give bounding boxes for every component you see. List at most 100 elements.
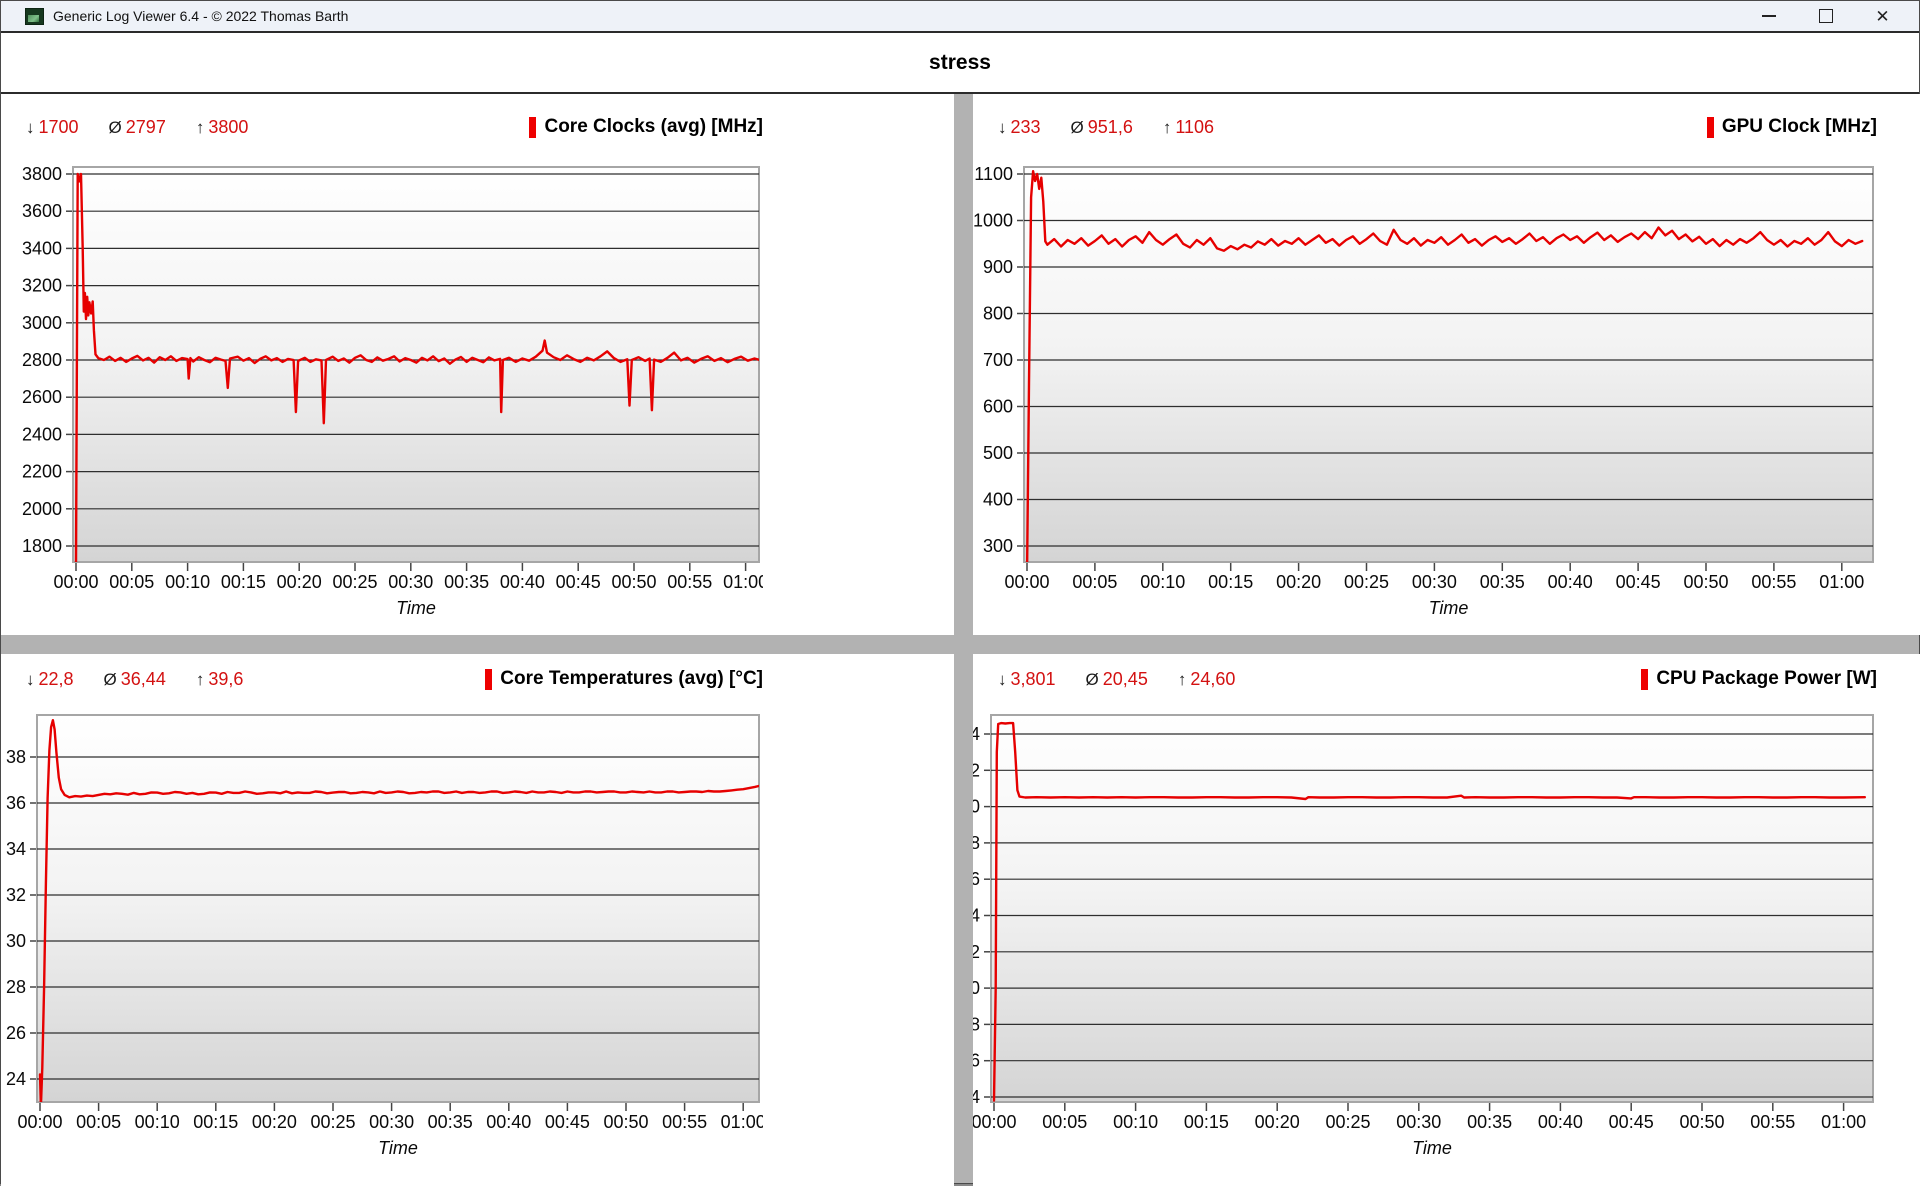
chart-title: GPU Clock [MHz] — [1707, 116, 1877, 138]
svg-text:00:00: 00:00 — [1004, 572, 1049, 592]
svg-text:00:15: 00:15 — [1208, 572, 1253, 592]
svg-text:00:35: 00:35 — [1467, 1112, 1512, 1132]
series-legend-icon — [485, 669, 492, 690]
svg-text:22: 22 — [973, 760, 980, 780]
svg-text:2000: 2000 — [22, 499, 62, 519]
app-icon — [25, 8, 44, 25]
gpu-clock-chart: 3004005006007008009001000110000:0000:050… — [973, 146, 1877, 626]
svg-text:00:00: 00:00 — [973, 1112, 1017, 1132]
svg-text:28: 28 — [6, 977, 26, 997]
svg-text:8: 8 — [973, 1014, 980, 1034]
svg-text:Time: Time — [378, 1138, 418, 1158]
svg-text:18: 18 — [973, 833, 980, 853]
stat-min: ↓1700 — [26, 117, 79, 138]
svg-text:00:40: 00:40 — [1548, 572, 1593, 592]
maximize-icon — [1819, 9, 1833, 23]
svg-text:00:35: 00:35 — [1480, 572, 1525, 592]
svg-text:3800: 3800 — [22, 164, 62, 184]
min-arrow-icon: ↓ — [998, 670, 1007, 689]
minimize-button[interactable] — [1740, 1, 1797, 31]
svg-text:00:20: 00:20 — [252, 1112, 297, 1132]
chart-panel-core-clocks: ↓1700 Ø2797 ↑3800 Core Clocks (avg) [MHz… — [1, 94, 954, 635]
svg-text:00:55: 00:55 — [1750, 1112, 1795, 1132]
max-arrow-icon: ↑ — [1178, 670, 1187, 689]
svg-text:00:25: 00:25 — [1344, 572, 1389, 592]
stats-row: ↓22,8 Ø36,44 ↑39,6 Core Temperatures (av… — [1, 654, 763, 698]
svg-text:26: 26 — [6, 1023, 26, 1043]
app-window: Generic Log Viewer 6.4 - © 2022 Thomas B… — [0, 0, 1920, 1184]
horizontal-splitter[interactable] — [1, 635, 1919, 654]
avg-symbol-icon: Ø — [109, 118, 122, 137]
svg-text:00:30: 00:30 — [369, 1112, 414, 1132]
chart-panel-gpu-clock: ↓233 Ø951,6 ↑1106 GPU Clock [MHz] 300400… — [973, 94, 1920, 635]
svg-text:2600: 2600 — [22, 387, 62, 407]
svg-text:400: 400 — [983, 490, 1013, 510]
svg-text:00:05: 00:05 — [1042, 1112, 1087, 1132]
svg-text:00:45: 00:45 — [1616, 572, 1661, 592]
close-button[interactable]: ✕ — [1854, 1, 1911, 31]
charts-area: ↓1700 Ø2797 ↑3800 Core Clocks (avg) [MHz… — [1, 94, 1919, 1183]
core-temperatures-chart: 242628303234363800:0000:0500:1000:1500:2… — [1, 698, 763, 1186]
log-header: stress — [1, 33, 1919, 94]
svg-text:00:55: 00:55 — [1751, 572, 1796, 592]
svg-text:00:05: 00:05 — [109, 572, 154, 592]
svg-text:24: 24 — [6, 1069, 26, 1089]
stat-max: ↑3800 — [196, 117, 249, 138]
series-legend-icon — [1641, 669, 1648, 690]
min-arrow-icon: ↓ — [26, 118, 35, 137]
svg-text:00:40: 00:40 — [500, 572, 545, 592]
stat-avg: Ø2797 — [109, 117, 166, 138]
avg-symbol-icon: Ø — [1071, 118, 1084, 137]
minimize-icon — [1762, 15, 1776, 17]
maximize-button[interactable] — [1797, 1, 1854, 31]
svg-text:12: 12 — [973, 942, 980, 962]
stat-min: ↓3,801 — [998, 669, 1056, 690]
svg-text:00:50: 00:50 — [1679, 1112, 1724, 1132]
chart-panel-cpu-package-power: ↓3,801 Ø20,45 ↑24,60 CPU Package Power [… — [973, 654, 1920, 1186]
svg-text:00:30: 00:30 — [1396, 1112, 1441, 1132]
series-legend-icon — [1707, 117, 1714, 138]
max-arrow-icon: ↑ — [196, 118, 205, 137]
window-title: Generic Log Viewer 6.4 - © 2022 Thomas B… — [53, 8, 348, 24]
svg-text:00:50: 00:50 — [611, 572, 656, 592]
svg-text:00:30: 00:30 — [388, 572, 433, 592]
svg-text:14: 14 — [973, 906, 980, 926]
svg-text:00:45: 00:45 — [545, 1112, 590, 1132]
stat-max: ↑1106 — [1163, 117, 1214, 138]
svg-text:01:00: 01:00 — [721, 1112, 763, 1132]
svg-text:01:00: 01:00 — [1821, 1112, 1866, 1132]
svg-text:00:40: 00:40 — [486, 1112, 531, 1132]
min-arrow-icon: ↓ — [26, 670, 35, 689]
svg-text:00:05: 00:05 — [76, 1112, 121, 1132]
svg-text:900: 900 — [983, 257, 1013, 277]
series-legend-icon — [529, 117, 536, 138]
svg-text:00:00: 00:00 — [17, 1112, 62, 1132]
svg-text:3200: 3200 — [22, 276, 62, 296]
stat-avg: Ø20,45 — [1086, 669, 1148, 690]
svg-text:00:50: 00:50 — [1683, 572, 1728, 592]
stat-avg: Ø951,6 — [1071, 117, 1133, 138]
svg-text:00:25: 00:25 — [1325, 1112, 1370, 1132]
stat-avg: Ø36,44 — [104, 669, 166, 690]
svg-text:1800: 1800 — [22, 536, 62, 556]
log-title: stress — [929, 51, 991, 75]
svg-text:1100: 1100 — [974, 164, 1013, 184]
svg-text:00:40: 00:40 — [1538, 1112, 1583, 1132]
svg-text:3000: 3000 — [22, 313, 62, 333]
svg-text:00:35: 00:35 — [444, 572, 489, 592]
svg-text:00:50: 00:50 — [603, 1112, 648, 1132]
svg-text:24: 24 — [973, 724, 980, 744]
svg-text:00:15: 00:15 — [193, 1112, 238, 1132]
svg-text:10: 10 — [973, 978, 980, 998]
chart-title: CPU Package Power [W] — [1641, 668, 1877, 690]
stat-min: ↓22,8 — [26, 669, 74, 690]
svg-text:00:55: 00:55 — [662, 1112, 707, 1132]
svg-text:01:00: 01:00 — [1819, 572, 1864, 592]
svg-text:00:55: 00:55 — [667, 572, 712, 592]
svg-text:00:10: 00:10 — [1113, 1112, 1158, 1132]
svg-text:00:25: 00:25 — [310, 1112, 355, 1132]
svg-text:00:00: 00:00 — [53, 572, 98, 592]
svg-text:00:45: 00:45 — [556, 572, 601, 592]
avg-symbol-icon: Ø — [1086, 670, 1099, 689]
stats-row: ↓233 Ø951,6 ↑1106 GPU Clock [MHz] — [973, 94, 1877, 146]
